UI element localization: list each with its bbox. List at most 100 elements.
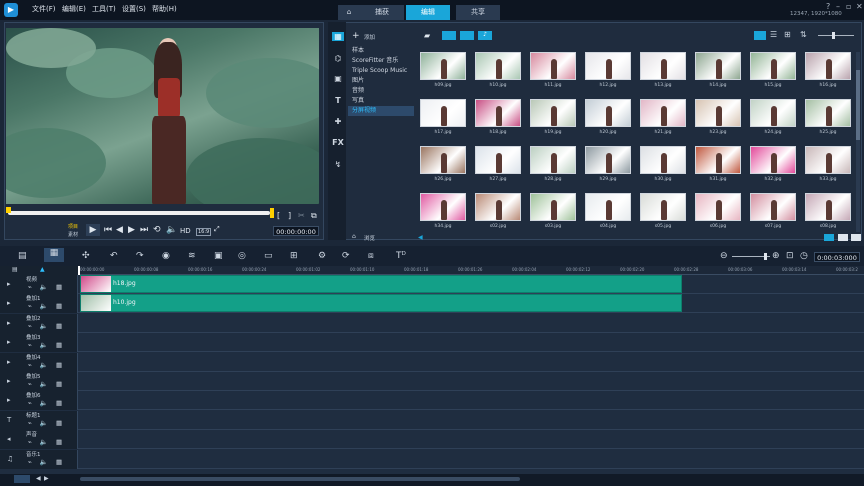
library-folder-item[interactable]: 音频	[348, 86, 414, 96]
instant-project-icon[interactable]: ⌬	[332, 54, 344, 63]
menu-settings[interactable]: 设置(S)	[122, 4, 146, 14]
media-thumbnail[interactable]	[420, 52, 466, 80]
track-controls-icon[interactable]: ⌁🔈▦	[28, 458, 70, 466]
library-option-icon[interactable]	[824, 234, 834, 241]
media-thumbnail[interactable]	[475, 193, 521, 221]
media-icon[interactable]: ▦	[332, 32, 344, 41]
library-option2-icon[interactable]	[838, 234, 848, 241]
track-header[interactable]: ▸ 叠加2 ⌁🔈▦	[0, 313, 78, 333]
media-thumbnail[interactable]	[640, 52, 686, 80]
undo-icon[interactable]: ↶	[110, 251, 118, 261]
zoom-slider-handle[interactable]	[764, 253, 767, 260]
media-thumbnail[interactable]	[530, 193, 576, 221]
next-frame-icon[interactable]: ▶	[128, 225, 135, 235]
resize-icon[interactable]: ⤢	[214, 225, 220, 234]
timeline-track[interactable]: ▸ 叠加1 ⌁🔈▦ h10.jpg	[0, 294, 864, 314]
media-thumbnail[interactable]	[420, 146, 466, 174]
end-button-icon[interactable]: ⏭	[140, 225, 148, 235]
track-controls-icon[interactable]: ⌁🔈▦	[28, 283, 70, 291]
timeline-scrollbar[interactable]	[80, 477, 520, 481]
menu-file[interactable]: 文件(F)	[32, 4, 56, 14]
browse-label[interactable]: 浏览	[364, 234, 375, 242]
tab-share[interactable]: 共享	[456, 5, 500, 20]
slider-handle[interactable]	[832, 32, 835, 39]
track-controls-icon[interactable]: ⌁🔈▦	[28, 341, 70, 349]
timeline-track[interactable]: T 标题1 ⌁🔈▦	[0, 410, 864, 430]
media-thumbnail[interactable]	[805, 146, 851, 174]
browse-icon[interactable]: ⌂	[352, 233, 356, 240]
media-thumbnail[interactable]	[805, 52, 851, 80]
add-folder-label[interactable]: 添加	[364, 33, 375, 41]
title-icon[interactable]: T	[332, 96, 344, 105]
tab-edit[interactable]: 编辑	[406, 5, 450, 20]
track-header[interactable]: T 标题1 ⌁🔈▦	[0, 410, 78, 430]
track-controls-icon[interactable]: ⌁🔈▦	[28, 438, 70, 446]
timeline-clip[interactable]: h18.jpg	[80, 275, 682, 293]
mask-creator-icon[interactable]: ⟳	[342, 251, 350, 261]
playback-scrubber[interactable]	[8, 211, 270, 215]
clock-icon[interactable]: ◷	[800, 251, 808, 261]
project-duration[interactable]: 0:00:03:000	[814, 252, 860, 262]
timeline-track[interactable]: ▸ 叠加5 ⌁🔈▦	[0, 372, 864, 391]
media-thumbnail[interactable]	[530, 52, 576, 80]
thumbnail-view-icon[interactable]: ⊞	[784, 30, 791, 39]
timeline-view-icon[interactable]: ▦	[44, 248, 64, 262]
track-header[interactable]: ▸ 叠加3 ⌁🔈▦	[0, 333, 78, 353]
track-header[interactable]: ▸ 视频 ⌁🔈▦	[0, 275, 78, 294]
zoom-out-icon[interactable]: ⊖	[720, 251, 728, 261]
scissors-icon[interactable]: ✂	[298, 211, 305, 220]
scroll-left-icon[interactable]: ◀	[36, 475, 41, 482]
timeline-track[interactable]: ▸ 叠加2 ⌁🔈▦	[0, 313, 864, 333]
library-scroll-thumb[interactable]	[856, 70, 860, 140]
add-marker-icon[interactable]: ▲	[40, 266, 45, 273]
media-thumbnail[interactable]	[750, 99, 796, 127]
track-visibility-button[interactable]	[14, 475, 30, 483]
media-thumbnail[interactable]	[475, 146, 521, 174]
sort-icon[interactable]: ⇅	[800, 30, 807, 39]
zoom-in-icon[interactable]: ⊕	[772, 251, 780, 261]
track-header[interactable]: ♫ 音乐1 ⌁🔈▦	[0, 449, 78, 469]
timeline-track[interactable]: ▸ 叠加4 ⌁🔈▦	[0, 352, 864, 372]
sound-mixer-icon[interactable]: ≋	[188, 251, 196, 261]
snapshot-icon[interactable]: ⧉	[311, 211, 317, 221]
media-thumbnail[interactable]	[640, 193, 686, 221]
storyboard-view-icon[interactable]: ▤	[18, 251, 27, 261]
home-button-icon[interactable]: ⏮	[104, 225, 112, 235]
timeline-track[interactable]: ▸ 视频 ⌁🔈▦ h18.jpg	[0, 275, 864, 294]
transition-icon[interactable]: ▣	[332, 74, 344, 83]
track-header[interactable]: ◂ 声音 ⌁🔈▦	[0, 430, 78, 450]
media-thumbnail[interactable]	[585, 193, 631, 221]
play-button[interactable]: ▶	[86, 224, 100, 236]
track-manager-icon[interactable]: ▤	[12, 266, 18, 273]
add-icon[interactable]: +	[352, 31, 360, 41]
menu-edit[interactable]: 编辑(E)	[62, 4, 86, 14]
media-thumbnail[interactable]	[420, 193, 466, 221]
hd-toggle[interactable]: HD	[180, 227, 191, 235]
track-controls-icon[interactable]: ⌁🔈▦	[28, 419, 70, 427]
track-header[interactable]: ▸ 叠加6 ⌁🔈▦	[0, 391, 78, 411]
media-thumbnail[interactable]	[585, 146, 631, 174]
multi-camera-icon[interactable]: ⊞	[290, 251, 298, 261]
media-thumbnail[interactable]	[530, 146, 576, 174]
media-thumbnail[interactable]	[420, 99, 466, 127]
motion-tracking-icon[interactable]: ◎	[238, 251, 246, 261]
media-thumbnail[interactable]	[585, 52, 631, 80]
track-controls-icon[interactable]: ⌁🔈▦	[28, 322, 70, 330]
media-thumbnail[interactable]	[695, 99, 741, 127]
track-controls-icon[interactable]: ⌁🔈▦	[28, 302, 70, 310]
library-option3-icon[interactable]	[851, 234, 861, 241]
mark-out-icon[interactable]: ]	[288, 211, 291, 220]
menu-tools[interactable]: 工具(T)	[92, 4, 116, 14]
show-photo-toggle[interactable]	[460, 31, 474, 40]
timeline-ruler[interactable]: 00:00:00:00 00:00:00:08 00:00:00:16 00:00:0…	[78, 266, 864, 275]
library-folder-item[interactable]: 样本	[348, 46, 414, 56]
media-thumbnail[interactable]	[695, 52, 741, 80]
aspect-ratio-button[interactable]: 16:9	[196, 228, 212, 236]
help-icon[interactable]: ?	[826, 2, 830, 11]
media-thumbnail[interactable]	[695, 146, 741, 174]
fit-project-icon[interactable]: ⊡	[786, 251, 794, 261]
redo-icon[interactable]: ↷	[136, 251, 144, 261]
media-thumbnail[interactable]	[475, 99, 521, 127]
player-timecode[interactable]: 00:00:00:00	[273, 226, 319, 236]
collapse-left-icon[interactable]: ◀	[418, 234, 423, 241]
